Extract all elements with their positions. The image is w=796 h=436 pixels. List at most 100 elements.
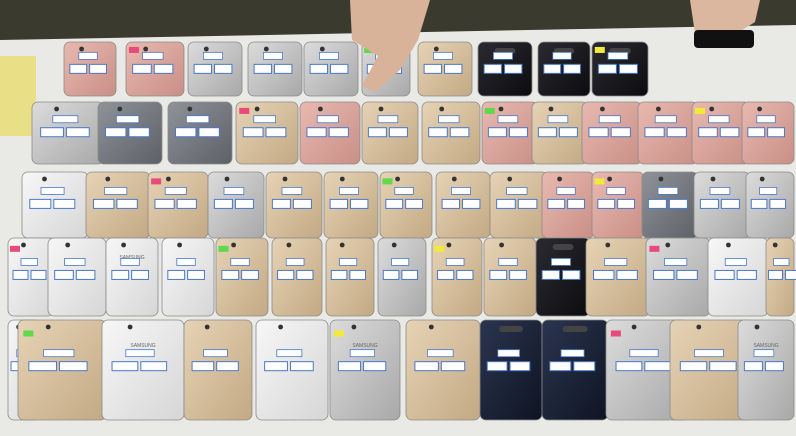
camera-lens bbox=[204, 324, 210, 330]
color-sticker bbox=[128, 46, 139, 53]
label-sticker bbox=[265, 127, 287, 138]
label-sticker bbox=[437, 269, 455, 280]
phone bbox=[147, 171, 209, 239]
camera-lens bbox=[278, 324, 283, 330]
phone bbox=[167, 101, 233, 165]
label-sticker bbox=[330, 269, 348, 280]
label-sticker bbox=[769, 198, 786, 209]
label-sticker bbox=[363, 361, 387, 372]
label-sticker bbox=[573, 361, 596, 372]
label-sticker bbox=[89, 63, 107, 74]
label-sticker bbox=[262, 51, 283, 60]
label-sticker bbox=[28, 361, 57, 372]
phone bbox=[645, 237, 711, 317]
label-sticker bbox=[647, 198, 667, 209]
color-sticker bbox=[694, 107, 705, 114]
phone bbox=[377, 237, 427, 317]
camera-lens bbox=[339, 176, 345, 182]
label-sticker bbox=[128, 127, 150, 138]
label-sticker bbox=[604, 258, 628, 266]
label-sticker bbox=[111, 361, 139, 372]
label-sticker bbox=[350, 198, 369, 209]
label-sticker bbox=[193, 63, 213, 74]
phone bbox=[431, 237, 483, 317]
label-sticker bbox=[40, 127, 64, 138]
label-sticker bbox=[654, 115, 677, 124]
label-sticker bbox=[29, 198, 52, 209]
label-sticker bbox=[120, 258, 140, 266]
label-sticker bbox=[54, 269, 74, 280]
label-sticker bbox=[328, 127, 349, 138]
phone bbox=[421, 101, 481, 165]
label-sticker bbox=[743, 361, 763, 372]
camera-lens bbox=[351, 324, 357, 330]
label-sticker bbox=[276, 349, 303, 358]
phone bbox=[489, 171, 549, 239]
label-sticker bbox=[292, 198, 312, 209]
phone bbox=[323, 171, 379, 239]
camera-lens bbox=[121, 242, 126, 248]
label-sticker bbox=[306, 127, 327, 138]
label-sticker bbox=[498, 258, 518, 266]
camera-lens bbox=[696, 324, 702, 330]
brand-label: SAMSUNG bbox=[130, 343, 155, 349]
label-sticker bbox=[125, 349, 155, 358]
phone bbox=[255, 319, 329, 421]
label-sticker bbox=[719, 127, 740, 138]
camera-lens bbox=[21, 242, 26, 248]
label-sticker bbox=[337, 361, 362, 372]
label-sticker bbox=[753, 349, 775, 358]
label-sticker bbox=[483, 63, 503, 74]
label-sticker bbox=[567, 198, 585, 209]
label-sticker bbox=[423, 63, 443, 74]
camera-lens bbox=[710, 176, 716, 182]
label-sticker bbox=[497, 349, 520, 358]
label-sticker bbox=[506, 186, 528, 195]
brand-label: SAMSUNG bbox=[352, 343, 377, 349]
label-sticker bbox=[598, 115, 621, 124]
camera-lens bbox=[187, 106, 193, 112]
phone bbox=[691, 101, 751, 165]
label-sticker bbox=[43, 349, 75, 358]
label-sticker bbox=[223, 186, 245, 195]
label-sticker bbox=[394, 186, 414, 195]
label-sticker bbox=[597, 63, 617, 74]
label-sticker bbox=[653, 269, 675, 280]
camera-lens bbox=[772, 242, 778, 248]
label-sticker bbox=[175, 127, 197, 138]
camera-lens bbox=[548, 106, 554, 112]
label-sticker bbox=[668, 198, 688, 209]
color-sticker bbox=[382, 178, 393, 185]
label-sticker bbox=[450, 186, 471, 195]
color-sticker bbox=[434, 245, 445, 252]
label-sticker bbox=[367, 127, 387, 138]
label-sticker bbox=[709, 186, 731, 195]
label-sticker bbox=[440, 361, 466, 372]
label-sticker bbox=[264, 361, 288, 372]
label-sticker bbox=[556, 186, 576, 195]
color-sticker bbox=[610, 330, 621, 337]
camera-lens bbox=[726, 242, 731, 248]
label-sticker bbox=[426, 349, 454, 358]
label-sticker bbox=[203, 349, 228, 358]
label-sticker bbox=[12, 269, 29, 280]
label-sticker bbox=[65, 127, 90, 138]
label-sticker bbox=[537, 127, 557, 138]
phone: SAMSUNG bbox=[329, 319, 401, 421]
label-sticker bbox=[747, 127, 766, 138]
label-sticker bbox=[142, 51, 164, 60]
label-sticker bbox=[64, 258, 86, 266]
phone bbox=[537, 41, 591, 97]
label-sticker bbox=[388, 127, 408, 138]
label-sticker bbox=[30, 269, 47, 280]
phone bbox=[417, 41, 473, 97]
phone bbox=[183, 319, 253, 421]
label-sticker bbox=[111, 269, 130, 280]
phone bbox=[265, 171, 323, 239]
label-sticker bbox=[487, 127, 507, 138]
label-sticker bbox=[40, 186, 65, 195]
label-sticker bbox=[541, 269, 561, 280]
phone bbox=[765, 237, 796, 317]
label-sticker bbox=[551, 258, 571, 266]
label-sticker bbox=[629, 349, 659, 358]
